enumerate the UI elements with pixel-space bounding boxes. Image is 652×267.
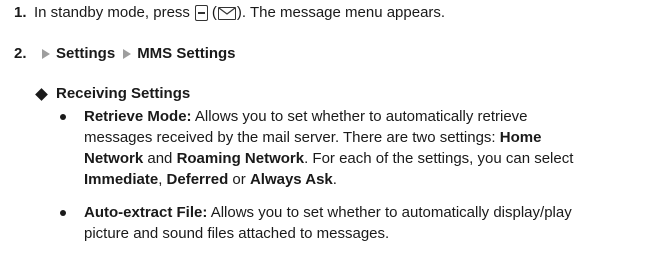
envelope-icon (217, 6, 236, 20)
step-2-number: 2. (14, 45, 27, 62)
step-1: 1. In standby mode, press ( ). The messa… (14, 3, 445, 23)
diamond-bullet-icon (35, 87, 48, 101)
step-1-number: 1. (14, 4, 27, 21)
auto-extract-line-2: picture and sound files attached to mess… (84, 225, 390, 242)
step-2: 2. Settings MMS Settings (14, 44, 236, 64)
minus-key-icon (194, 5, 208, 21)
option-immediate: Immediate (84, 171, 159, 188)
retrieve-line-2a: messages received by the mail server. Th… (84, 129, 496, 146)
triangle-right-icon (123, 49, 132, 59)
section-receiving-settings: Receiving Settings (33, 84, 190, 104)
retrieve-line-1: Allows you to set whether to automatical… (194, 108, 528, 125)
step-1-text-before: In standby mode, press (34, 4, 190, 21)
bullet-auto-extract-text: Auto-extract File: Allows you to set whe… (84, 203, 644, 245)
auto-extract-line-1: Allows you to set whether to automatical… (210, 204, 572, 221)
term-retrieve-mode: Retrieve Mode: (84, 108, 192, 125)
option-always-ask: Always Ask (249, 171, 333, 188)
retrieve-line-3b: and (147, 150, 173, 167)
section-title: Receiving Settings (56, 85, 191, 102)
retrieve-line-4d: or (232, 171, 246, 188)
retrieve-line-3c: Roaming Network (176, 150, 305, 167)
retrieve-line-4f: . (332, 171, 337, 188)
step-1-text-after: ). The message menu appears. (236, 4, 446, 21)
retrieve-line-4b: , (158, 171, 163, 188)
step-1-paren: ( (211, 4, 217, 21)
bullet-retrieve-mode-text: Retrieve Mode: Allows you to set whether… (84, 107, 644, 191)
bullet-dot-icon (60, 114, 66, 120)
retrieve-line-3a: Network (84, 150, 144, 167)
retrieve-line-2b: Home (499, 129, 542, 146)
retrieve-line-3d: . For each of the settings, you can sele… (304, 150, 574, 167)
triangle-right-icon (42, 49, 50, 59)
option-deferred: Deferred (166, 171, 229, 188)
menu-settings: Settings (56, 45, 116, 62)
menu-mms-settings: MMS Settings (137, 45, 236, 62)
manual-page: 1. In standby mode, press ( ). The messa… (0, 0, 652, 267)
bullet-dot-icon (60, 210, 66, 216)
term-auto-extract: Auto-extract File: (84, 204, 208, 221)
